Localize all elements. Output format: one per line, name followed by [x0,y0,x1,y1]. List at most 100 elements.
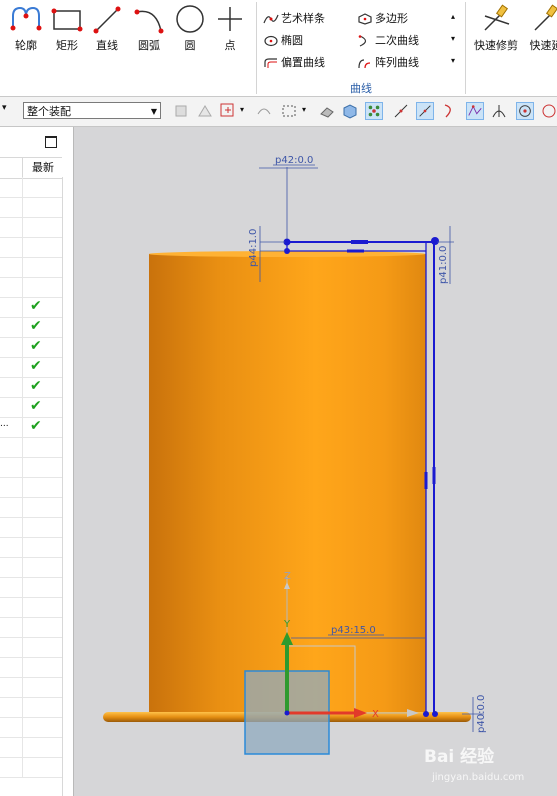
navigator-row[interactable] [0,697,62,718]
viewport-canvas: p42:0.0 p44:1.0 p41:0.0 p43:15.0 p40:0.0… [103,155,487,755]
eraser-icon[interactable] [318,102,336,120]
conic-icon [358,35,367,47]
offset-curve-button[interactable]: 偏置曲线 [263,54,325,70]
navigator-row[interactable] [0,477,62,498]
navigator-row[interactable] [0,177,62,198]
navigator-row[interactable] [0,577,62,598]
select-component-icon[interactable] [172,102,190,120]
navigator-row[interactable]: ✔ [0,337,62,358]
latest-status-cell [22,437,63,457]
navigator-row[interactable] [0,237,62,258]
navigator-row[interactable]: ✔ [0,417,62,438]
circle-icon [176,5,204,33]
navigator-row[interactable] [0,597,62,618]
snap-tangent-icon[interactable] [466,102,484,120]
gallery-scroll-down-icon[interactable]: ▾ [451,34,455,43]
gallery-scroll-up-icon[interactable]: ▴ [451,12,455,21]
rectangle-select-icon[interactable] [280,102,298,120]
point-button[interactable]: 点 [210,4,250,62]
maximize-icon[interactable] [45,136,57,148]
checkmark-icon: ✔ [30,358,42,374]
y-axis-label: Y [283,619,291,630]
navigator-row[interactable] [0,677,62,698]
latest-status-cell [22,497,63,517]
snap-midpoint-icon[interactable] [416,102,434,120]
latest-status-cell [22,277,63,297]
polygon-button[interactable]: 多边形 [357,10,408,26]
conic-button[interactable]: 二次曲线 [357,32,419,48]
navigator-row[interactable]: ✔ [0,297,62,318]
latest-status-cell [22,177,63,197]
gallery-expand-icon[interactable]: ▾ [451,56,455,65]
latest-status-cell [22,617,63,637]
line-button[interactable]: 直线 [87,4,127,62]
navigator-row[interactable] [0,557,62,578]
rectangle-icon [51,8,83,32]
rect-select-dropdown-icon[interactable]: ▾ [302,105,306,114]
column-header-latest[interactable]: 最新 [22,158,63,178]
navigator-row[interactable] [0,457,62,478]
snap-line-icon[interactable] [392,102,410,120]
checkmark-icon: ✔ [30,398,42,414]
dim-p44[interactable]: p44:1.0 [248,229,259,267]
navigator-row[interactable] [0,257,62,278]
latest-status-cell [22,737,63,757]
arc-button[interactable]: 圆弧 [129,4,169,62]
snap-point-icon[interactable] [219,102,237,120]
quick-trim-button[interactable]: 快速修剪 [474,4,518,62]
navigator-row[interactable] [0,217,62,238]
rectangle-button[interactable]: 矩形 [47,4,87,62]
latest-status-cell [22,637,63,657]
latest-status-cell: ✔ [22,317,63,337]
snap-curve-icon[interactable] [441,102,459,120]
navigator-row[interactable] [0,657,62,678]
navigator-row[interactable] [0,197,62,218]
navigator-row[interactable] [0,757,62,778]
snap-center-icon[interactable] [516,102,534,120]
navigator-row[interactable] [0,437,62,458]
latest-status-cell [22,477,63,497]
navigator-row[interactable]: ✔ [0,357,62,378]
select-body-icon[interactable] [196,102,214,120]
navigator-row[interactable] [0,737,62,758]
snap-quadrant-icon[interactable] [540,102,557,120]
navigator-row[interactable] [0,637,62,658]
snap-endpoints-icon[interactable] [365,102,383,120]
navigator-row[interactable] [0,517,62,538]
navigator-row[interactable] [0,277,62,298]
latest-status-cell: ✔ [22,377,63,397]
profile-button[interactable]: 轮廓 [6,4,46,62]
navigator-row[interactable] [0,497,62,518]
part-navigator: 最新 ✔ ✔ ✔ ✔ ✔ ✔ ✔ ... [0,127,74,796]
selection-toolbar: ▾ 整个装配 ▼ ▾ ▾ [0,97,557,127]
truncated-row-marker: ... [0,419,9,429]
dim-p41[interactable]: p41:0.0 [438,246,449,284]
snap-intersection-icon[interactable] [490,102,508,120]
quick-trim-label: 快速修剪 [474,39,518,52]
snap-dropdown-icon[interactable]: ▾ [240,105,244,114]
circle-button[interactable]: 圆 [170,4,210,62]
ellipse-button[interactable]: 椭圆 [263,32,303,48]
selection-scope-select[interactable]: 整个装配 ▼ [23,102,161,119]
studio-spline-button[interactable]: 艺术样条 [263,10,325,26]
baidu-logo: Bai 经验 jingyan.baidu.com [424,746,524,783]
pattern-curve-button[interactable]: 阵列曲线 [357,54,419,70]
latest-status-cell [22,757,63,777]
navigator-row[interactable]: ✔ [0,377,62,398]
dim-p43[interactable]: p43:15.0 [331,625,376,636]
dim-p40[interactable]: p40:0.0 [476,695,487,733]
navigator-row[interactable] [0,537,62,558]
toolbar-menu-arrow-icon[interactable]: ▾ [2,103,7,113]
latest-status-cell [22,577,63,597]
navigator-row[interactable]: ✔ [0,397,62,418]
navigator-row[interactable]: ✔ [0,317,62,338]
curve-rule-icon[interactable] [255,102,273,120]
shaded-view-icon[interactable] [341,102,359,120]
navigator-row[interactable] [0,717,62,738]
dim-p42[interactable]: p42:0.0 [275,155,313,166]
navigator-row[interactable] [0,617,62,638]
ellipse-icon [264,35,278,47]
graphics-viewport[interactable]: p42:0.0 p44:1.0 p41:0.0 p43:15.0 p40:0.0… [74,127,557,796]
quick-extend-button[interactable]: 快速延 [524,4,557,62]
latest-status-cell: ✔ [22,337,63,357]
